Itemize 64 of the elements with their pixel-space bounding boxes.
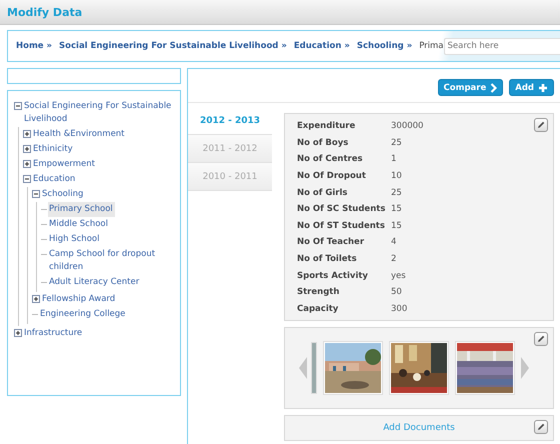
tree-item[interactable]: Infrastructure (23, 326, 84, 341)
field-value: 300000 (391, 121, 424, 132)
tree-item[interactable]: Fellowship Award (41, 292, 118, 307)
window-title: Modify Data (7, 6, 82, 18)
field-label: Sports Activity (297, 270, 369, 281)
partial-thumbnail (311, 342, 317, 394)
field-value: 25 (391, 138, 402, 148)
expand-icon[interactable] (23, 160, 31, 168)
breadcrumb-link[interactable]: Home » (16, 41, 52, 51)
expand-icon[interactable] (23, 145, 31, 153)
expand-icon[interactable] (14, 329, 22, 337)
edit-button[interactable] (534, 420, 548, 434)
expand-icon[interactable] (23, 130, 31, 138)
collapse-icon[interactable] (23, 175, 31, 183)
pencil-icon (536, 422, 546, 432)
chevron-right-icon (490, 82, 498, 92)
tree-item[interactable]: Primary School (48, 202, 115, 217)
field-value: 1 (391, 154, 396, 164)
tree-item[interactable]: Ethinicity (32, 142, 75, 157)
pencil-icon (536, 120, 546, 130)
field-label: Expenditure (297, 121, 356, 132)
field-label: No Of ST Students (297, 220, 386, 231)
field-value: 10 (391, 171, 402, 182)
field-value: 300 (391, 304, 408, 314)
field-value: 15 (391, 204, 402, 214)
add-button[interactable]: Add (509, 79, 554, 96)
field-label: Strength (297, 287, 340, 298)
field-value: 25 (391, 188, 402, 198)
tree-item[interactable]: Education (32, 172, 78, 187)
tree-item[interactable]: Middle School (48, 217, 110, 232)
tree-item[interactable]: Schooling (41, 187, 86, 202)
field-label: No Of Teacher (297, 237, 366, 248)
tree-item[interactable]: Health &Environment (32, 127, 127, 142)
field-label: No of Girls (297, 188, 348, 198)
tree-item[interactable]: Camp School for dropout children (48, 247, 174, 275)
edit-button[interactable] (534, 118, 548, 132)
breadcrumb-link[interactable]: Education » (294, 41, 350, 51)
collapse-icon[interactable] (14, 102, 22, 110)
tree-item[interactable]: Empowerment (32, 157, 98, 172)
field-value: 4 (391, 237, 396, 248)
tree-item[interactable]: Social Engineering For Sustainable Livelihood (23, 99, 174, 127)
search-field[interactable]: Search here (444, 38, 560, 54)
field-label: No of Centres (297, 154, 364, 164)
expand-icon[interactable] (32, 295, 40, 303)
tree-item[interactable]: High School (48, 232, 102, 247)
breadcrumb-link[interactable]: Social Engineering For Sustainable Livelihood » (59, 41, 287, 51)
pencil-icon (536, 334, 546, 344)
field-label: No of Boys (297, 138, 350, 148)
field-value: 50 (391, 287, 402, 298)
compare-button[interactable]: Compare (438, 79, 504, 96)
field-label: No of Toilets (297, 254, 358, 264)
plus-icon (538, 82, 548, 92)
field-value: yes (391, 270, 406, 281)
field-value: 2 (391, 254, 396, 264)
edit-button[interactable] (534, 332, 548, 346)
field-label: No Of SC Students (297, 204, 386, 214)
field-label: Capacity (297, 304, 340, 314)
field-label: No Of Dropout (297, 171, 367, 182)
collapse-icon[interactable] (32, 190, 40, 198)
field-value: 15 (391, 220, 402, 231)
tree-item[interactable]: Engineering College (39, 307, 128, 322)
breadcrumb-link[interactable]: Schooling » (356, 41, 412, 51)
breadcrumb-current: Prima (419, 41, 444, 51)
tree-item[interactable]: Adult Literacy Center (48, 275, 142, 290)
